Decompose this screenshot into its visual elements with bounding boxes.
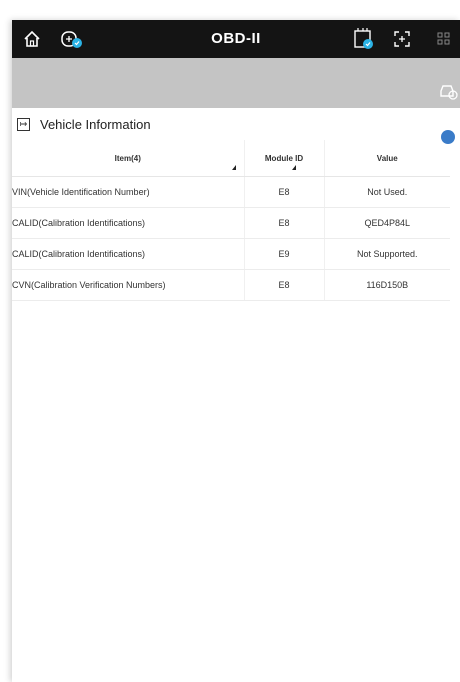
floating-indicator-dot[interactable] bbox=[441, 130, 455, 144]
column-header-item-label: Item(4) bbox=[114, 153, 141, 163]
cell-module-id: E9 bbox=[244, 238, 325, 270]
section-header: ↦ Vehicle Information bbox=[12, 114, 460, 136]
exit-icon[interactable]: ↦ bbox=[17, 118, 30, 131]
cell-module-id: E8 bbox=[244, 176, 325, 208]
cell-item: CALID(Calibration Identifications) bbox=[12, 238, 245, 270]
column-header-value[interactable]: Value bbox=[324, 140, 450, 177]
screenshot-icon[interactable] bbox=[390, 27, 414, 51]
sort-icon[interactable] bbox=[291, 165, 296, 170]
cell-item: CVN(Calibration Verification Numbers) bbox=[12, 269, 245, 301]
cell-item: VIN(Vehicle Identification Number) bbox=[12, 176, 245, 208]
menu-grid-icon[interactable] bbox=[432, 27, 456, 51]
table-row[interactable]: VIN(Vehicle Identification Number) E8 No… bbox=[12, 176, 450, 208]
cell-value: Not Supported. bbox=[324, 238, 450, 270]
table-header-row: Item(4) Module ID Value bbox=[12, 140, 450, 177]
cell-item: CALID(Calibration Identifications) bbox=[12, 207, 245, 239]
vehicle-icon[interactable] bbox=[438, 82, 458, 100]
diagnostic-report-icon[interactable] bbox=[352, 27, 376, 51]
cell-module-id: E8 bbox=[244, 269, 325, 301]
vehicle-info-table: Item(4) Module ID Value VIN(Vehicle Iden… bbox=[12, 140, 450, 301]
cell-value: 116D150B bbox=[324, 269, 450, 301]
cell-value: Not Used. bbox=[324, 176, 450, 208]
table-row[interactable]: CALID(Calibration Identifications) E9 No… bbox=[12, 238, 450, 270]
column-header-item[interactable]: Item(4) bbox=[12, 140, 245, 177]
column-header-value-label: Value bbox=[376, 153, 398, 163]
column-header-module-id[interactable]: Module ID bbox=[244, 140, 325, 177]
cell-module-id: E8 bbox=[244, 207, 325, 239]
table-row[interactable]: CVN(Calibration Verification Numbers) E8… bbox=[12, 269, 450, 301]
section-title: Vehicle Information bbox=[40, 117, 151, 132]
table-row[interactable]: CALID(Calibration Identifications) E8 QE… bbox=[12, 207, 450, 239]
top-bar: OBD-II bbox=[12, 20, 460, 58]
app-window: OBD-II ↦ Vehicle Information Item(4) Mod… bbox=[12, 20, 460, 682]
sort-icon[interactable] bbox=[231, 165, 236, 170]
column-header-module-id-label: Module ID bbox=[264, 153, 304, 163]
toolbar bbox=[12, 58, 460, 108]
cell-value: QED4P84L bbox=[324, 207, 450, 239]
